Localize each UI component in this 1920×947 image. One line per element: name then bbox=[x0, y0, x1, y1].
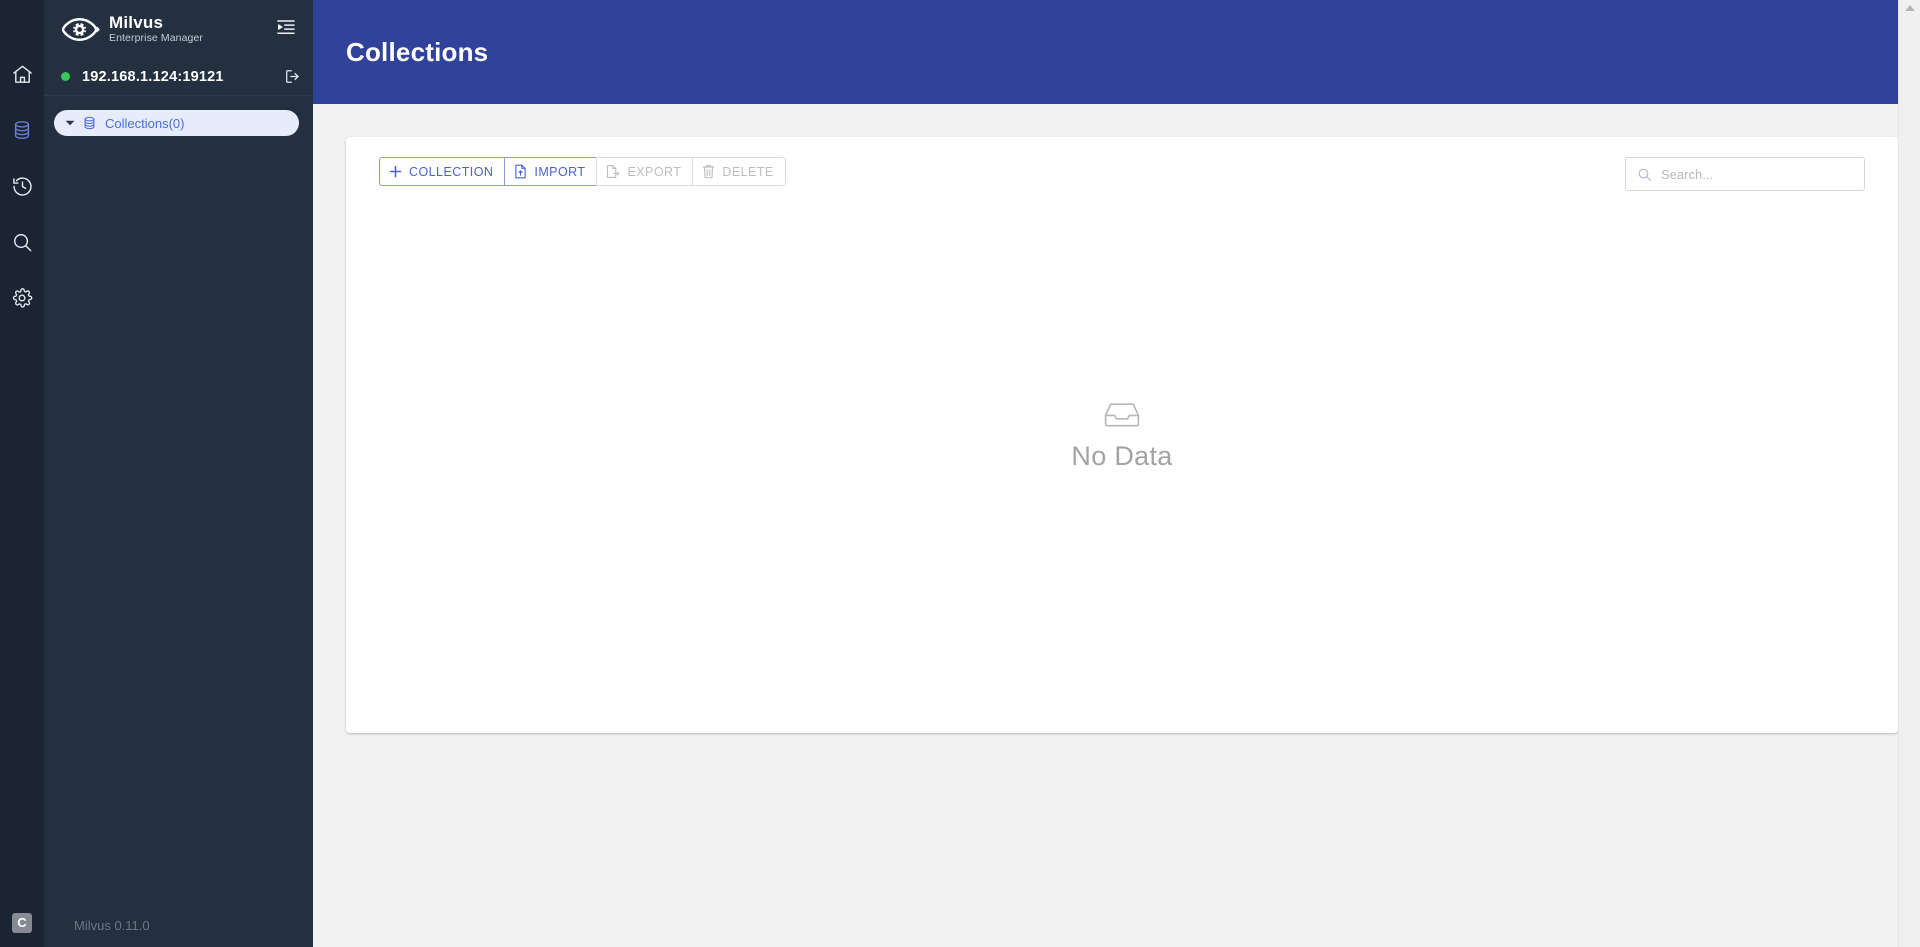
brand-header: Milvus Enterprise Manager bbox=[44, 0, 313, 58]
rail-item-database[interactable] bbox=[0, 102, 44, 158]
rail-item-search[interactable] bbox=[0, 214, 44, 270]
action-button-group: COLLECTION IMPORT EXPORT DELETE bbox=[379, 157, 786, 186]
trash-icon bbox=[702, 164, 715, 179]
search-icon bbox=[1626, 167, 1661, 182]
gear-icon bbox=[11, 287, 33, 309]
search-box[interactable] bbox=[1625, 157, 1865, 191]
file-export-icon bbox=[606, 164, 620, 179]
brand-text-block: Milvus Enterprise Manager bbox=[109, 12, 273, 45]
rail-item-settings[interactable] bbox=[0, 270, 44, 326]
c-badge-icon: C bbox=[12, 913, 32, 933]
delete-label: DELETE bbox=[722, 164, 774, 179]
export-label: EXPORT bbox=[627, 164, 682, 179]
rail-item-home[interactable] bbox=[0, 46, 44, 102]
brand-subtitle: Enterprise Manager bbox=[109, 32, 204, 45]
sidebar-item-label: Collections(0) bbox=[105, 115, 185, 131]
plus-icon bbox=[389, 165, 402, 178]
collection-tree: Collections(0) bbox=[44, 96, 313, 136]
version-label: Milvus 0.11.0 bbox=[74, 918, 150, 933]
create-collection-button[interactable]: COLLECTION bbox=[379, 157, 505, 186]
connection-address: 192.168.1.124:19121 bbox=[82, 68, 224, 85]
icon-rail: C bbox=[0, 0, 44, 947]
delete-button: DELETE bbox=[692, 157, 786, 186]
home-icon bbox=[11, 63, 34, 86]
import-label: IMPORT bbox=[534, 164, 586, 179]
collapse-menu-icon[interactable] bbox=[273, 15, 299, 44]
milvus-eye-logo bbox=[62, 17, 100, 42]
scroll-up-arrow-icon[interactable] bbox=[1904, 5, 1915, 11]
create-collection-label: COLLECTION bbox=[409, 164, 494, 179]
page-title: Collections bbox=[346, 36, 489, 67]
history-icon bbox=[11, 175, 34, 198]
vertical-scrollbar[interactable] bbox=[1898, 0, 1920, 947]
logout-icon[interactable] bbox=[278, 68, 301, 85]
rail-item-history[interactable] bbox=[0, 158, 44, 214]
main-area: Collections COLLECTION IMPORT EXPORT DEL… bbox=[313, 0, 1920, 947]
empty-state-label: No Data bbox=[1071, 440, 1173, 471]
inbox-icon bbox=[1103, 399, 1141, 434]
card-toolbar: COLLECTION IMPORT EXPORT DELETE Search..… bbox=[346, 137, 1898, 191]
collections-card: COLLECTION IMPORT EXPORT DELETE Search..… bbox=[346, 137, 1898, 733]
app-root: C Milvus Enterprise Manager 192.168.1.12… bbox=[0, 0, 1920, 947]
search-container bbox=[1625, 157, 1865, 191]
search-icon bbox=[11, 231, 34, 254]
rail-bottom-badge[interactable]: C bbox=[0, 913, 44, 933]
page-header: Collections bbox=[313, 0, 1898, 104]
status-dot-icon bbox=[61, 72, 70, 81]
connection-status-row: 192.168.1.124:19121 bbox=[44, 58, 313, 96]
export-button: EXPORT bbox=[596, 157, 693, 186]
search-input[interactable] bbox=[1661, 166, 1864, 182]
side-panel: Milvus Enterprise Manager 192.168.1.124:… bbox=[44, 0, 313, 947]
empty-state: No Data bbox=[346, 137, 1898, 733]
page-content: COLLECTION IMPORT EXPORT DELETE Search..… bbox=[313, 104, 1898, 947]
sidebar-item-collections[interactable]: Collections(0) bbox=[54, 110, 299, 136]
database-icon bbox=[11, 119, 33, 141]
chevron-down-icon[interactable] bbox=[62, 119, 78, 127]
import-button[interactable]: IMPORT bbox=[504, 157, 597, 186]
brand-title: Milvus bbox=[109, 12, 164, 32]
database-icon bbox=[78, 115, 100, 131]
file-import-icon bbox=[514, 164, 527, 179]
